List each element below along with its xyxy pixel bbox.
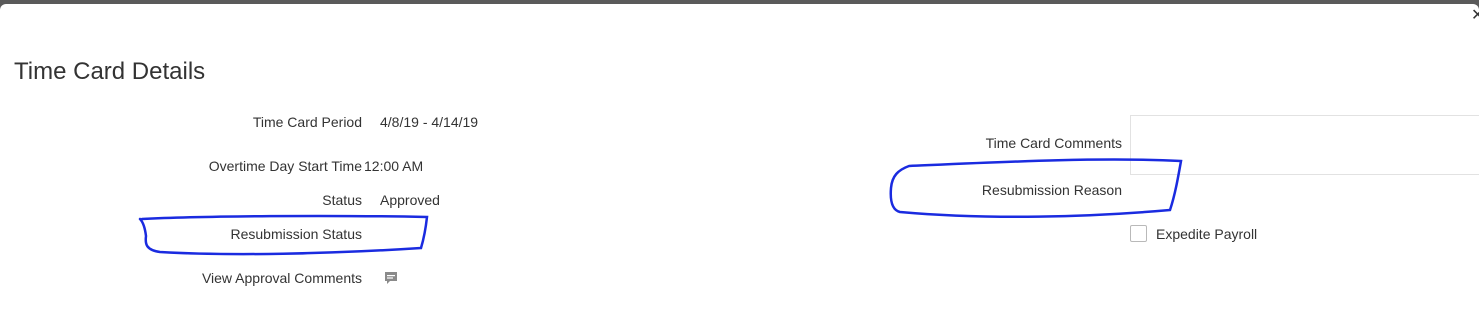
resubmission-reason-label: Resubmission Reason [981,182,1122,198]
expedite-payroll-label[interactable]: Expedite Payroll [1156,226,1257,242]
resubmission-status-label: Resubmission Status [230,226,362,242]
page-title: Time Card Details [14,58,206,85]
close-icon[interactable]: ✕ [1471,8,1479,24]
time-card-period-label: Time Card Period [252,114,362,130]
expedite-payroll-checkbox[interactable] [1130,225,1147,242]
time-card-period-value: 4/8/19 - 4/14/19 [380,114,479,130]
status-value: Approved [380,192,440,208]
time-card-comments-field[interactable] [1130,115,1479,175]
time-card-details-dialog: ✕ Time Card Details Time Card Period 4/8… [0,4,1479,321]
status-label: Status [322,192,362,208]
overtime-day-start-time-value: 12:00 AM [364,158,424,174]
overtime-day-start-time-label: Overtime Day Start Time [208,158,362,174]
view-approval-comments-label: View Approval Comments [201,270,362,286]
time-card-comments-label: Time Card Comments [985,135,1122,151]
speech-bubble-icon[interactable] [383,270,399,286]
